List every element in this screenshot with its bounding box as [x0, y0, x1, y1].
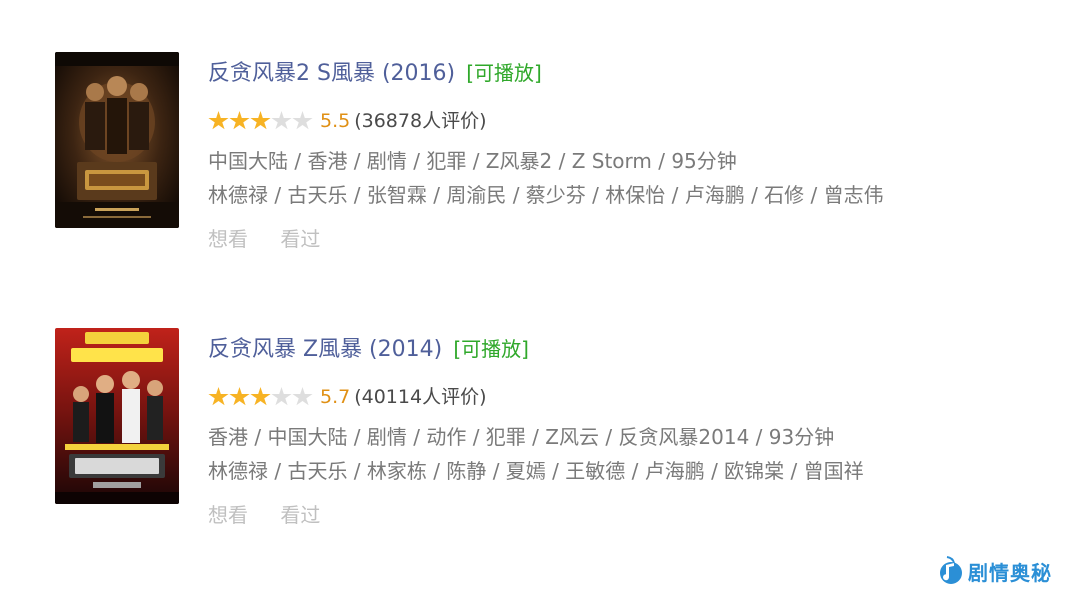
star-icon	[250, 387, 271, 406]
rating-score: 5.5	[320, 110, 351, 132]
movie-meta: 中国大陆 / 香港 / 剧情 / 犯罪 / Z风暴2 / Z Storm / 9…	[208, 149, 737, 173]
playable-link[interactable]: [可播放]	[466, 61, 542, 85]
want-to-watch-button[interactable]: 想看	[208, 227, 248, 251]
star-icon	[292, 387, 313, 406]
rating-stars	[208, 111, 313, 131]
rating-line: 5.7 (40114人评价)	[208, 382, 1028, 412]
star-icon	[229, 387, 250, 406]
poster-image	[55, 52, 179, 228]
rating-score: 5.7	[320, 386, 351, 408]
movie-meta: 香港 / 中国大陆 / 剧情 / 动作 / 犯罪 / Z风云 / 反贪风暴201…	[208, 425, 835, 449]
movie-info: 反贪风暴 Z風暴 (2014) [可播放] 5.7 (40114人评价) 香港 …	[208, 328, 1028, 532]
movie-poster[interactable]	[55, 52, 179, 228]
star-icon	[271, 387, 292, 406]
rating-votes: (40114人评价)	[354, 386, 487, 408]
star-icon	[292, 111, 313, 130]
poster-image	[55, 328, 179, 504]
music-note-logo-icon	[940, 556, 962, 584]
rating-votes: (36878人评价)	[354, 110, 487, 132]
watched-button[interactable]: 看过	[280, 227, 320, 251]
star-icon	[208, 111, 229, 130]
star-icon	[271, 111, 292, 130]
want-to-watch-button[interactable]: 想看	[208, 503, 248, 527]
movie-cast: 林德禄 / 古天乐 / 林家栋 / 陈静 / 夏嫣 / 王敏德 / 卢海鹏 / …	[208, 459, 864, 483]
movie-title-link[interactable]: 反贪风暴2 S風暴 (2016)	[208, 61, 455, 86]
title-line: 反贪风暴2 S風暴 (2016) [可播放]	[208, 52, 1028, 94]
movie-actions: 想看 看过	[208, 222, 1028, 256]
movie-cast: 林德禄 / 古天乐 / 张智霖 / 周渝民 / 蔡少芬 / 林保怡 / 卢海鹏 …	[208, 183, 884, 207]
star-icon	[250, 111, 271, 130]
watermark-text: 剧情奥秘	[968, 560, 1052, 585]
movie-actions: 想看 看过	[208, 498, 1028, 532]
movie-title-link[interactable]: 反贪风暴 Z風暴 (2014)	[208, 337, 442, 362]
title-line: 反贪风暴 Z風暴 (2014) [可播放]	[208, 328, 1028, 370]
watched-button[interactable]: 看过	[280, 503, 320, 527]
movie-info: 反贪风暴2 S風暴 (2016) [可播放] 5.5 (36878人评价) 中国…	[208, 52, 1028, 256]
rating-stars	[208, 387, 313, 407]
watermark: 剧情奥秘	[938, 556, 1052, 586]
rating-line: 5.5 (36878人评价)	[208, 106, 1028, 136]
movie-poster[interactable]	[55, 328, 179, 504]
star-icon	[208, 387, 229, 406]
playable-link[interactable]: [可播放]	[453, 337, 529, 361]
star-icon	[229, 111, 250, 130]
